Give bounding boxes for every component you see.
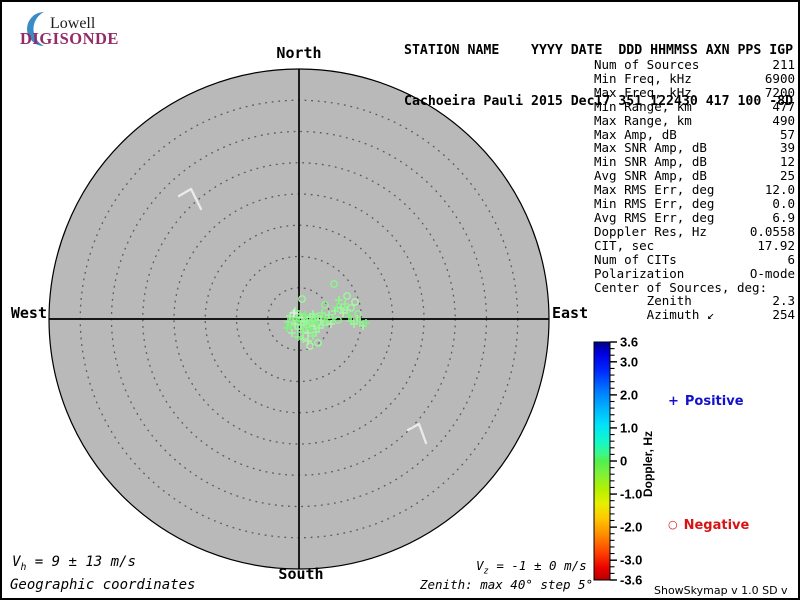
compass-label-north: North [276,44,322,62]
stats-value: 254 [772,307,795,323]
stats-label: Center of Sources, deg: [594,279,768,295]
stats-value: 39 [779,140,795,156]
colorbar-tick-label: -1.0 [620,487,642,502]
stats-value: 2.3 [772,293,795,309]
stats-value: 211 [772,57,795,72]
stats-row: Avg SNR Amp, dB 25 [594,169,795,183]
plus-icon: + [668,394,679,409]
colorbar-axis-label: Doppler, Hz [641,431,655,497]
vertical-velocity-readout: Vz = -1 ± 0 m/s [476,558,587,577]
horizontal-velocity-readout: Vh = 9 ± 13 m/s [12,554,136,573]
stats-row: CIT, sec 17.92 [594,237,795,253]
stats-value: 25 [779,168,795,184]
stats-label: Max Amp, dB [594,126,677,142]
stats-value: 12.0 [764,182,795,198]
zenith-scale-label: Zenith: max 40° step 5° [420,577,594,592]
stats-label: Avg SNR Amp, dB [594,168,707,184]
compass-label-south: South [278,565,324,583]
stats-row: Min SNR Amp, dB 12 [594,155,795,169]
stats-value: 0.0558 [749,223,795,239]
stats-label: Num of CITs [594,251,677,267]
stats-row: Center of Sources, deg: [594,279,795,295]
colorbar-tick-label: -3.0 [620,553,642,568]
stats-label: Max RMS Err, deg [594,182,715,198]
vh-value: = 9 ± 13 m/s [26,554,136,570]
legend-negative-label: Negative [683,518,750,533]
stats-value: 0.0 [772,196,795,212]
stats-value: 57 [779,126,795,142]
stats-row: Num of CITs 6 [594,251,795,267]
stats-label: CIT, sec [594,237,655,253]
stats-row: Max Amp, dB 57 [594,126,795,142]
legend-positive: + Positive [668,394,744,409]
stats-label: Max Range, km [594,112,692,128]
stats-label: Min Freq, kHz [594,70,692,86]
stats-label: Doppler Res, Hz [594,223,707,239]
colorbar-tick-label: 2.0 [620,387,638,402]
stats-value: 6.9 [772,209,795,225]
stats-value: 490 [772,112,795,128]
stats-row: Max Range, km 490 [594,112,795,128]
stats-label: Min SNR Amp, dB [594,154,707,170]
stats-row: Polarization O-mode [594,265,795,281]
stats-value: 12 [779,154,795,170]
circle-icon: ○ [668,518,678,531]
stats-row: Azimuth ↙ 254 [594,308,795,322]
measurement-stats-panel: Num of Sources 211 Min Freq, kHz 6900 Max Fr… [594,58,795,322]
stats-row: Max RMS Err, deg 12.0 [594,183,795,197]
coordinate-system-label: Geographic coordinates [10,577,196,593]
compass-label-west: West [10,304,47,322]
stats-value: 477 [772,98,795,114]
logo-text-digisonde: DIGISONDE [20,29,119,48]
stats-label: Min RMS Err, deg [594,196,715,212]
stats-value: 6900 [764,70,795,86]
stats-label: Max SNR Amp, dB [594,140,707,156]
stats-label: Avg RMS Err, deg [594,209,715,225]
stats-label: Zenith [594,293,692,309]
stats-row: Min RMS Err, deg 0.0 [594,197,795,211]
stats-value: 6 [787,251,795,267]
stats-row: Min Range, km 477 [594,98,795,114]
colorbar-tick-label: 0 [620,454,627,469]
vz-value: = -1 ± 0 m/s [488,558,587,573]
colorbar-tick-label: 3.6 [620,335,638,350]
legend-negative: ○ Negative [668,518,749,533]
colorbar-tick-label: -2.0 [620,520,642,535]
software-version-label: ShowSkymap v 1.0 SD v 5.1 [654,584,788,598]
colorbar-tick-label: 1.0 [620,420,638,435]
stats-row: Max Freq, kHz 7200 [594,84,795,100]
stats-row: Avg RMS Err, deg 6.9 [594,211,795,225]
colorbar-tick-label: 3.0 [620,354,638,369]
stats-label: Min Range, km [594,98,692,114]
skymap-window: 3.6 3.0 2.0 1.0 0 -1.0 -2.0 -3.0 -3.6 Doppler, Hz… [0,0,800,600]
stats-row: Zenith 2.3 [594,294,795,308]
stats-row: Num of Sources 211 [594,58,795,72]
vz-symbol: V [476,558,484,573]
colorbar [593,341,611,581]
stats-row: Min Freq, kHz 6900 [594,72,795,86]
stats-value: 17.92 [757,237,795,253]
stats-label: Azimuth ↙ [594,307,715,323]
stats-value: O-mode [749,265,795,281]
lowell-digisonde-logo: Lowell DIGISONDE [12,7,132,48]
stats-label: Max Freq, kHz [594,84,692,100]
legend-positive-label: Positive [684,394,744,409]
stats-label: Num of Sources [594,57,700,72]
stats-value: 7200 [764,84,795,100]
stats-row: Max SNR Amp, dB 39 [594,141,795,155]
stats-row: Doppler Res, Hz 0.0558 [594,223,795,239]
stats-label: Polarization [594,265,685,281]
colorbar-tick-label: -3.6 [620,573,642,588]
